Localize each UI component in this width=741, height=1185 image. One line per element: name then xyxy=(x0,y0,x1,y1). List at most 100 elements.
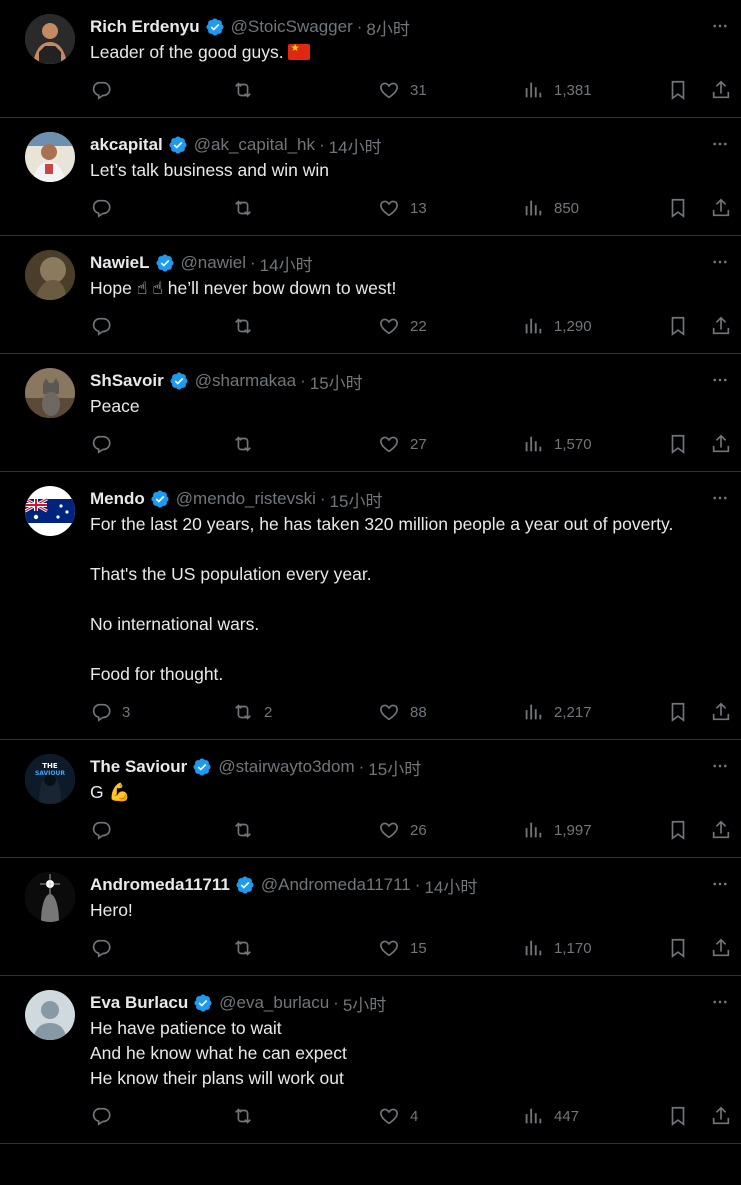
display-name[interactable]: NawieL xyxy=(90,253,150,273)
reply-button[interactable] xyxy=(90,936,122,960)
share-button[interactable] xyxy=(710,936,732,960)
more-dots-icon[interactable] xyxy=(709,134,731,154)
user-handle[interactable]: @StoicSwagger xyxy=(231,17,353,37)
tweet[interactable]: THE SAVIOUR The Saviour @stairwayto3dom ·… xyxy=(0,740,741,858)
views-button[interactable]: 1,997 xyxy=(522,818,592,842)
views-button[interactable]: 1,290 xyxy=(522,314,592,338)
display-name[interactable]: Rich Erdenyu xyxy=(90,17,200,37)
avatar[interactable]: THE SAVIOUR xyxy=(25,754,75,804)
reply-button[interactable] xyxy=(90,196,122,220)
like-button[interactable]: 15 xyxy=(378,936,427,960)
timestamp[interactable]: 14小时 xyxy=(424,873,477,898)
tweet[interactable]: Andromeda11711 @Andromeda11711 · 14小时 He… xyxy=(0,858,741,976)
more-dots-icon[interactable] xyxy=(709,370,731,390)
display-name[interactable]: Mendo xyxy=(90,489,145,509)
retweet-button[interactable] xyxy=(232,432,264,456)
user-handle[interactable]: @eva_burlacu xyxy=(219,993,329,1013)
share-button[interactable] xyxy=(710,196,732,220)
bookmark-button[interactable] xyxy=(667,314,689,338)
timestamp[interactable]: 5小时 xyxy=(343,991,386,1016)
display-name[interactable]: akcapital xyxy=(90,135,163,155)
retweet-button[interactable] xyxy=(232,818,264,842)
avatar[interactable] xyxy=(25,14,75,64)
tweet[interactable]: NawieL @nawiel · 14小时 Hope ☝ ☝ he’ll nev… xyxy=(0,236,741,354)
views-button[interactable]: 1,170 xyxy=(522,936,592,960)
reply-button[interactable] xyxy=(90,78,122,102)
like-button[interactable]: 88 xyxy=(378,700,427,724)
user-handle[interactable]: @mendo_ristevski xyxy=(176,489,316,509)
tweet[interactable]: Eva Burlacu @eva_burlacu · 5小时 He have p… xyxy=(0,976,741,1144)
bookmark-button[interactable] xyxy=(667,432,689,456)
reply-button[interactable] xyxy=(90,818,122,842)
like-button[interactable]: 13 xyxy=(378,196,427,220)
retweet-icon xyxy=(235,436,251,452)
tweet[interactable]: Mendo @mendo_ristevski · 15小时 For the la… xyxy=(0,472,741,740)
avatar[interactable] xyxy=(25,486,75,536)
more-dots-icon[interactable] xyxy=(709,252,731,272)
avatar[interactable] xyxy=(25,990,75,1040)
avatar[interactable] xyxy=(25,872,75,922)
more-dots-icon[interactable] xyxy=(709,992,731,1012)
more-dots-icon[interactable] xyxy=(709,874,731,894)
more-dots-icon[interactable] xyxy=(709,756,731,776)
share-button[interactable] xyxy=(710,314,732,338)
timestamp[interactable]: 14小时 xyxy=(260,251,313,276)
views-button[interactable]: 2,217 xyxy=(522,700,592,724)
reply-button[interactable] xyxy=(90,1104,122,1128)
share-button[interactable] xyxy=(710,1104,732,1128)
avatar[interactable] xyxy=(25,132,75,182)
retweet-button[interactable] xyxy=(232,1104,264,1128)
retweet-button[interactable] xyxy=(232,196,264,220)
timestamp[interactable]: 15小时 xyxy=(330,487,383,512)
like-button[interactable]: 4 xyxy=(378,1104,418,1128)
more-dots-icon[interactable] xyxy=(709,488,731,508)
display-name[interactable]: Andromeda11711 xyxy=(90,875,230,895)
share-button[interactable] xyxy=(710,78,732,102)
bookmark-button[interactable] xyxy=(667,1104,689,1128)
bookmark-button[interactable] xyxy=(667,936,689,960)
user-handle[interactable]: @ak_capital_hk xyxy=(194,135,315,155)
view-count: 447 xyxy=(554,1107,580,1125)
retweet-button[interactable] xyxy=(232,936,264,960)
views-button[interactable]: 850 xyxy=(522,196,579,220)
avatar[interactable] xyxy=(25,368,75,418)
timestamp[interactable]: 14小时 xyxy=(329,133,382,158)
user-handle[interactable]: @Andromeda11711 xyxy=(261,875,411,895)
like-button[interactable]: 27 xyxy=(378,432,427,456)
like-button[interactable]: 22 xyxy=(378,314,427,338)
display-name[interactable]: The Saviour xyxy=(90,757,187,777)
like-button[interactable]: 31 xyxy=(378,78,427,102)
timestamp[interactable]: 15小时 xyxy=(368,755,421,780)
display-name[interactable]: Eva Burlacu xyxy=(90,993,188,1013)
bookmark-button[interactable] xyxy=(667,700,689,724)
views-button[interactable]: 447 xyxy=(522,1104,579,1128)
bookmark-button[interactable] xyxy=(667,196,689,220)
tweet[interactable]: akcapital @ak_capital_hk · 14小时 Let’s ta… xyxy=(0,118,741,236)
user-handle[interactable]: @sharmakaa xyxy=(195,371,296,391)
bookmark-button[interactable] xyxy=(667,78,689,102)
share-button[interactable] xyxy=(710,432,732,456)
user-handle[interactable]: @nawiel xyxy=(181,253,246,273)
bookmark-button[interactable] xyxy=(667,818,689,842)
tweet[interactable]: Rich Erdenyu @StoicSwagger · 8小时 Leader … xyxy=(0,0,741,118)
reply-button[interactable] xyxy=(90,432,122,456)
timestamp[interactable]: 15小时 xyxy=(310,369,363,394)
retweet-button[interactable] xyxy=(232,78,264,102)
share-button[interactable] xyxy=(710,818,732,842)
share-button[interactable] xyxy=(710,700,732,724)
like-button[interactable]: 26 xyxy=(378,818,427,842)
tweet-paragraph: Peace xyxy=(90,396,140,416)
display-name[interactable]: ShSavoir xyxy=(90,371,164,391)
reply-button[interactable]: 3 xyxy=(90,700,130,724)
views-button[interactable]: 1,570 xyxy=(522,432,592,456)
timestamp[interactable]: 8小时 xyxy=(366,15,409,40)
views-button[interactable]: 1,381 xyxy=(522,78,592,102)
user-handle[interactable]: @stairwayto3dom xyxy=(218,757,354,777)
avatar[interactable] xyxy=(25,250,75,300)
reply-button[interactable] xyxy=(90,314,122,338)
more-dots-icon[interactable] xyxy=(709,16,731,36)
tweet[interactable]: ShSavoir @sharmakaa · 15小时 Peace 27 1,57… xyxy=(0,354,741,472)
retweet-icon xyxy=(235,200,251,216)
retweet-button[interactable]: 2 xyxy=(232,700,272,724)
retweet-button[interactable] xyxy=(232,314,264,338)
